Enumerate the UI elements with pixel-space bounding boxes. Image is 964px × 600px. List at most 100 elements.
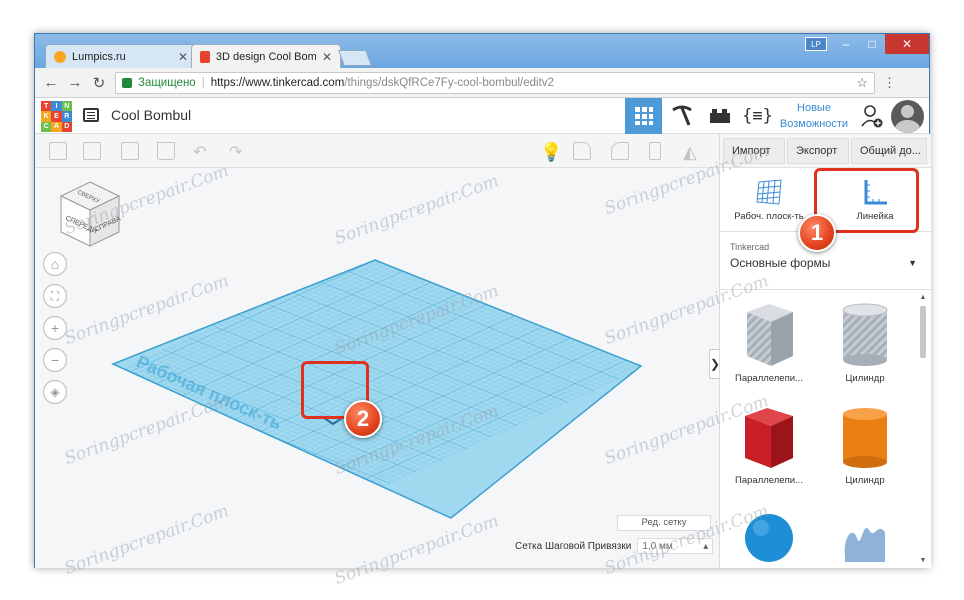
workplane-icon — [756, 179, 782, 205]
browser-menu-icon[interactable]: ⋮ — [883, 75, 896, 91]
zoom-in-icon[interactable]: + — [43, 316, 67, 340]
lumpics-favicon-icon — [54, 50, 66, 63]
shape-box-hole[interactable]: Параллелепи... — [724, 300, 814, 384]
address-bar[interactable]: Защищено | https://www.tinkercad.com/thi… — [115, 71, 875, 94]
window-controls: LP – □ ✕ — [805, 34, 929, 54]
scribble-icon — [844, 527, 885, 562]
bookmark-star-icon[interactable]: ☆ — [856, 75, 868, 91]
lock-icon — [122, 77, 132, 88]
mirror-icon[interactable]: ◭ — [683, 142, 697, 163]
mode-minecraft-button[interactable] — [663, 98, 700, 134]
design-list-icon[interactable] — [83, 108, 99, 122]
snap-grid-control: Сетка Шаговой Привязки 1,0 мм ▴ — [515, 538, 714, 554]
browser-window: Lumpics.ru ✕ 3D design Cool Bombul | ✕ L… — [34, 33, 931, 568]
panel-tabs: Импорт Экспорт Общий до... — [720, 134, 931, 168]
secure-label: Защищено — [138, 76, 196, 89]
shape-label: Параллелепи... — [735, 373, 803, 384]
minimize-icon[interactable]: – — [833, 34, 859, 54]
shape-label: Параллелепи... — [735, 475, 803, 486]
select-arrow-icon: ▴ — [703, 540, 709, 552]
panel-scrollbar[interactable]: ▲ ▼ — [918, 294, 928, 564]
dropdown-arrow-icon: ▼ — [908, 258, 917, 268]
close-window-icon[interactable]: ✕ — [885, 34, 929, 54]
pickaxe-icon — [671, 105, 692, 126]
mode-bricks-button[interactable] — [701, 98, 738, 134]
url-host: https://www.tinkercad.com — [210, 76, 345, 89]
import-button[interactable]: Импорт — [723, 137, 785, 164]
shape-cylinder-hole[interactable]: Цилиндр — [820, 300, 910, 384]
workplane-tool[interactable]: Рабоч. плоск-ть — [724, 172, 814, 228]
align-icon[interactable] — [649, 142, 661, 160]
light-bulb-icon[interactable]: 💡 — [540, 142, 562, 163]
workplane-canvas[interactable]: Рабочая плоск-ть СВЕРХУ СПЕРЕДИ СПРАВА ⌂… — [35, 168, 719, 568]
forward-icon[interactable]: → — [67, 74, 83, 91]
undo-icon[interactable]: ↶ — [193, 142, 206, 162]
fit-view-icon[interactable]: ⛶ — [43, 284, 67, 308]
tab-lumpics[interactable]: Lumpics.ru ✕ — [45, 44, 197, 68]
box-hole-icon — [747, 304, 793, 366]
export-button[interactable]: Экспорт — [787, 137, 849, 164]
scrollbar-thumb[interactable] — [920, 306, 926, 358]
view-cube[interactable]: СВЕРХУ СПЕРЕДИ СПРАВА — [55, 180, 125, 255]
library-name: Основные формы — [730, 256, 831, 270]
callout-2: 2 — [344, 400, 382, 438]
new-features-line2: Возможности — [779, 118, 849, 130]
profile-badge[interactable]: LP — [805, 37, 827, 51]
scroll-up-icon[interactable]: ▲ — [918, 294, 928, 301]
perspective-icon[interactable]: ◈ — [43, 380, 67, 404]
url-path: /things/dskQfRCe7Fy-cool-bombul/editv2 — [344, 76, 554, 89]
zoom-out-icon[interactable]: − — [43, 348, 67, 372]
shape-label: Цилиндр — [845, 373, 885, 384]
mode-codeblocks-button[interactable]: {≡} — [739, 98, 776, 134]
close-tab-icon[interactable]: ✕ — [322, 50, 332, 64]
snap-grid-value: 1,0 мм — [642, 540, 673, 552]
library-source: Tinkercad — [730, 242, 770, 252]
tinkercad-favicon-icon — [200, 50, 210, 63]
paste-icon[interactable] — [83, 142, 101, 160]
close-tab-icon[interactable]: ✕ — [178, 50, 188, 64]
cylinder-icon — [843, 408, 887, 468]
sphere-icon — [745, 514, 793, 562]
scroll-down-icon[interactable]: ▼ — [918, 557, 928, 564]
user-avatar[interactable] — [891, 100, 924, 133]
shape-solid-icon[interactable] — [573, 142, 591, 160]
shape-label: Цилиндр — [845, 475, 885, 486]
shape-scribble[interactable] — [820, 506, 910, 568]
share-button[interactable]: Общий до... — [851, 137, 927, 164]
mode-3d-view-button[interactable] — [625, 98, 662, 134]
reload-icon[interactable]: ↻ — [91, 74, 107, 92]
new-features-link[interactable]: Новые Возможности — [775, 100, 853, 132]
duplicate-icon[interactable] — [121, 142, 139, 160]
brick-icon — [709, 109, 730, 123]
shape-grid: Параллелепи... Цилиндр Параллелепи... Ци… — [720, 290, 916, 568]
snap-grid-label: Сетка Шаговой Привязки — [515, 540, 632, 552]
collapse-panel-button[interactable]: ❯ — [709, 349, 719, 379]
redo-icon[interactable]: ↷ — [229, 142, 242, 162]
snap-grid-select[interactable]: 1,0 мм ▴ — [637, 538, 714, 554]
shape-sphere[interactable] — [724, 506, 814, 568]
add-user-icon[interactable] — [861, 104, 883, 128]
new-tab-button[interactable] — [338, 50, 372, 66]
edit-toolbar: ↶ ↷ 💡 ◭ — [35, 134, 719, 168]
callout-1: 1 — [798, 214, 836, 252]
tinkercad-logo[interactable]: TIN KER CAD — [41, 101, 72, 132]
back-icon[interactable]: ← — [43, 74, 59, 91]
copy-icon[interactable] — [49, 142, 67, 160]
project-title[interactable]: Cool Bombul — [111, 107, 191, 123]
home-view-icon[interactable]: ⌂ — [43, 252, 67, 276]
tab-strip: Lumpics.ru ✕ 3D design Cool Bombul | ✕ L… — [35, 34, 929, 68]
delete-icon[interactable] — [157, 142, 175, 160]
shape-cylinder[interactable]: Цилиндр — [820, 402, 910, 486]
tab-title: 3D design Cool Bombul | — [215, 50, 316, 63]
maximize-icon[interactable]: □ — [859, 34, 885, 54]
tab-tinkercad[interactable]: 3D design Cool Bombul | ✕ — [191, 44, 341, 68]
divider: | — [201, 76, 205, 89]
shape-hole-icon[interactable] — [611, 142, 629, 160]
shape-box[interactable]: Параллелепи... — [724, 402, 814, 486]
edit-grid-button[interactable]: Ред. сетку — [617, 515, 711, 531]
new-features-line1: Новые — [797, 102, 831, 114]
browser-toolbar: ← → ↻ Защищено | https://www.tinkercad.c… — [35, 68, 929, 98]
grid-icon — [634, 107, 653, 125]
app-header: TIN KER CAD Cool Bombul {≡} Новые Возмож… — [35, 98, 929, 134]
workplane-grid[interactable]: Рабочая плоск-ть — [35, 168, 719, 568]
